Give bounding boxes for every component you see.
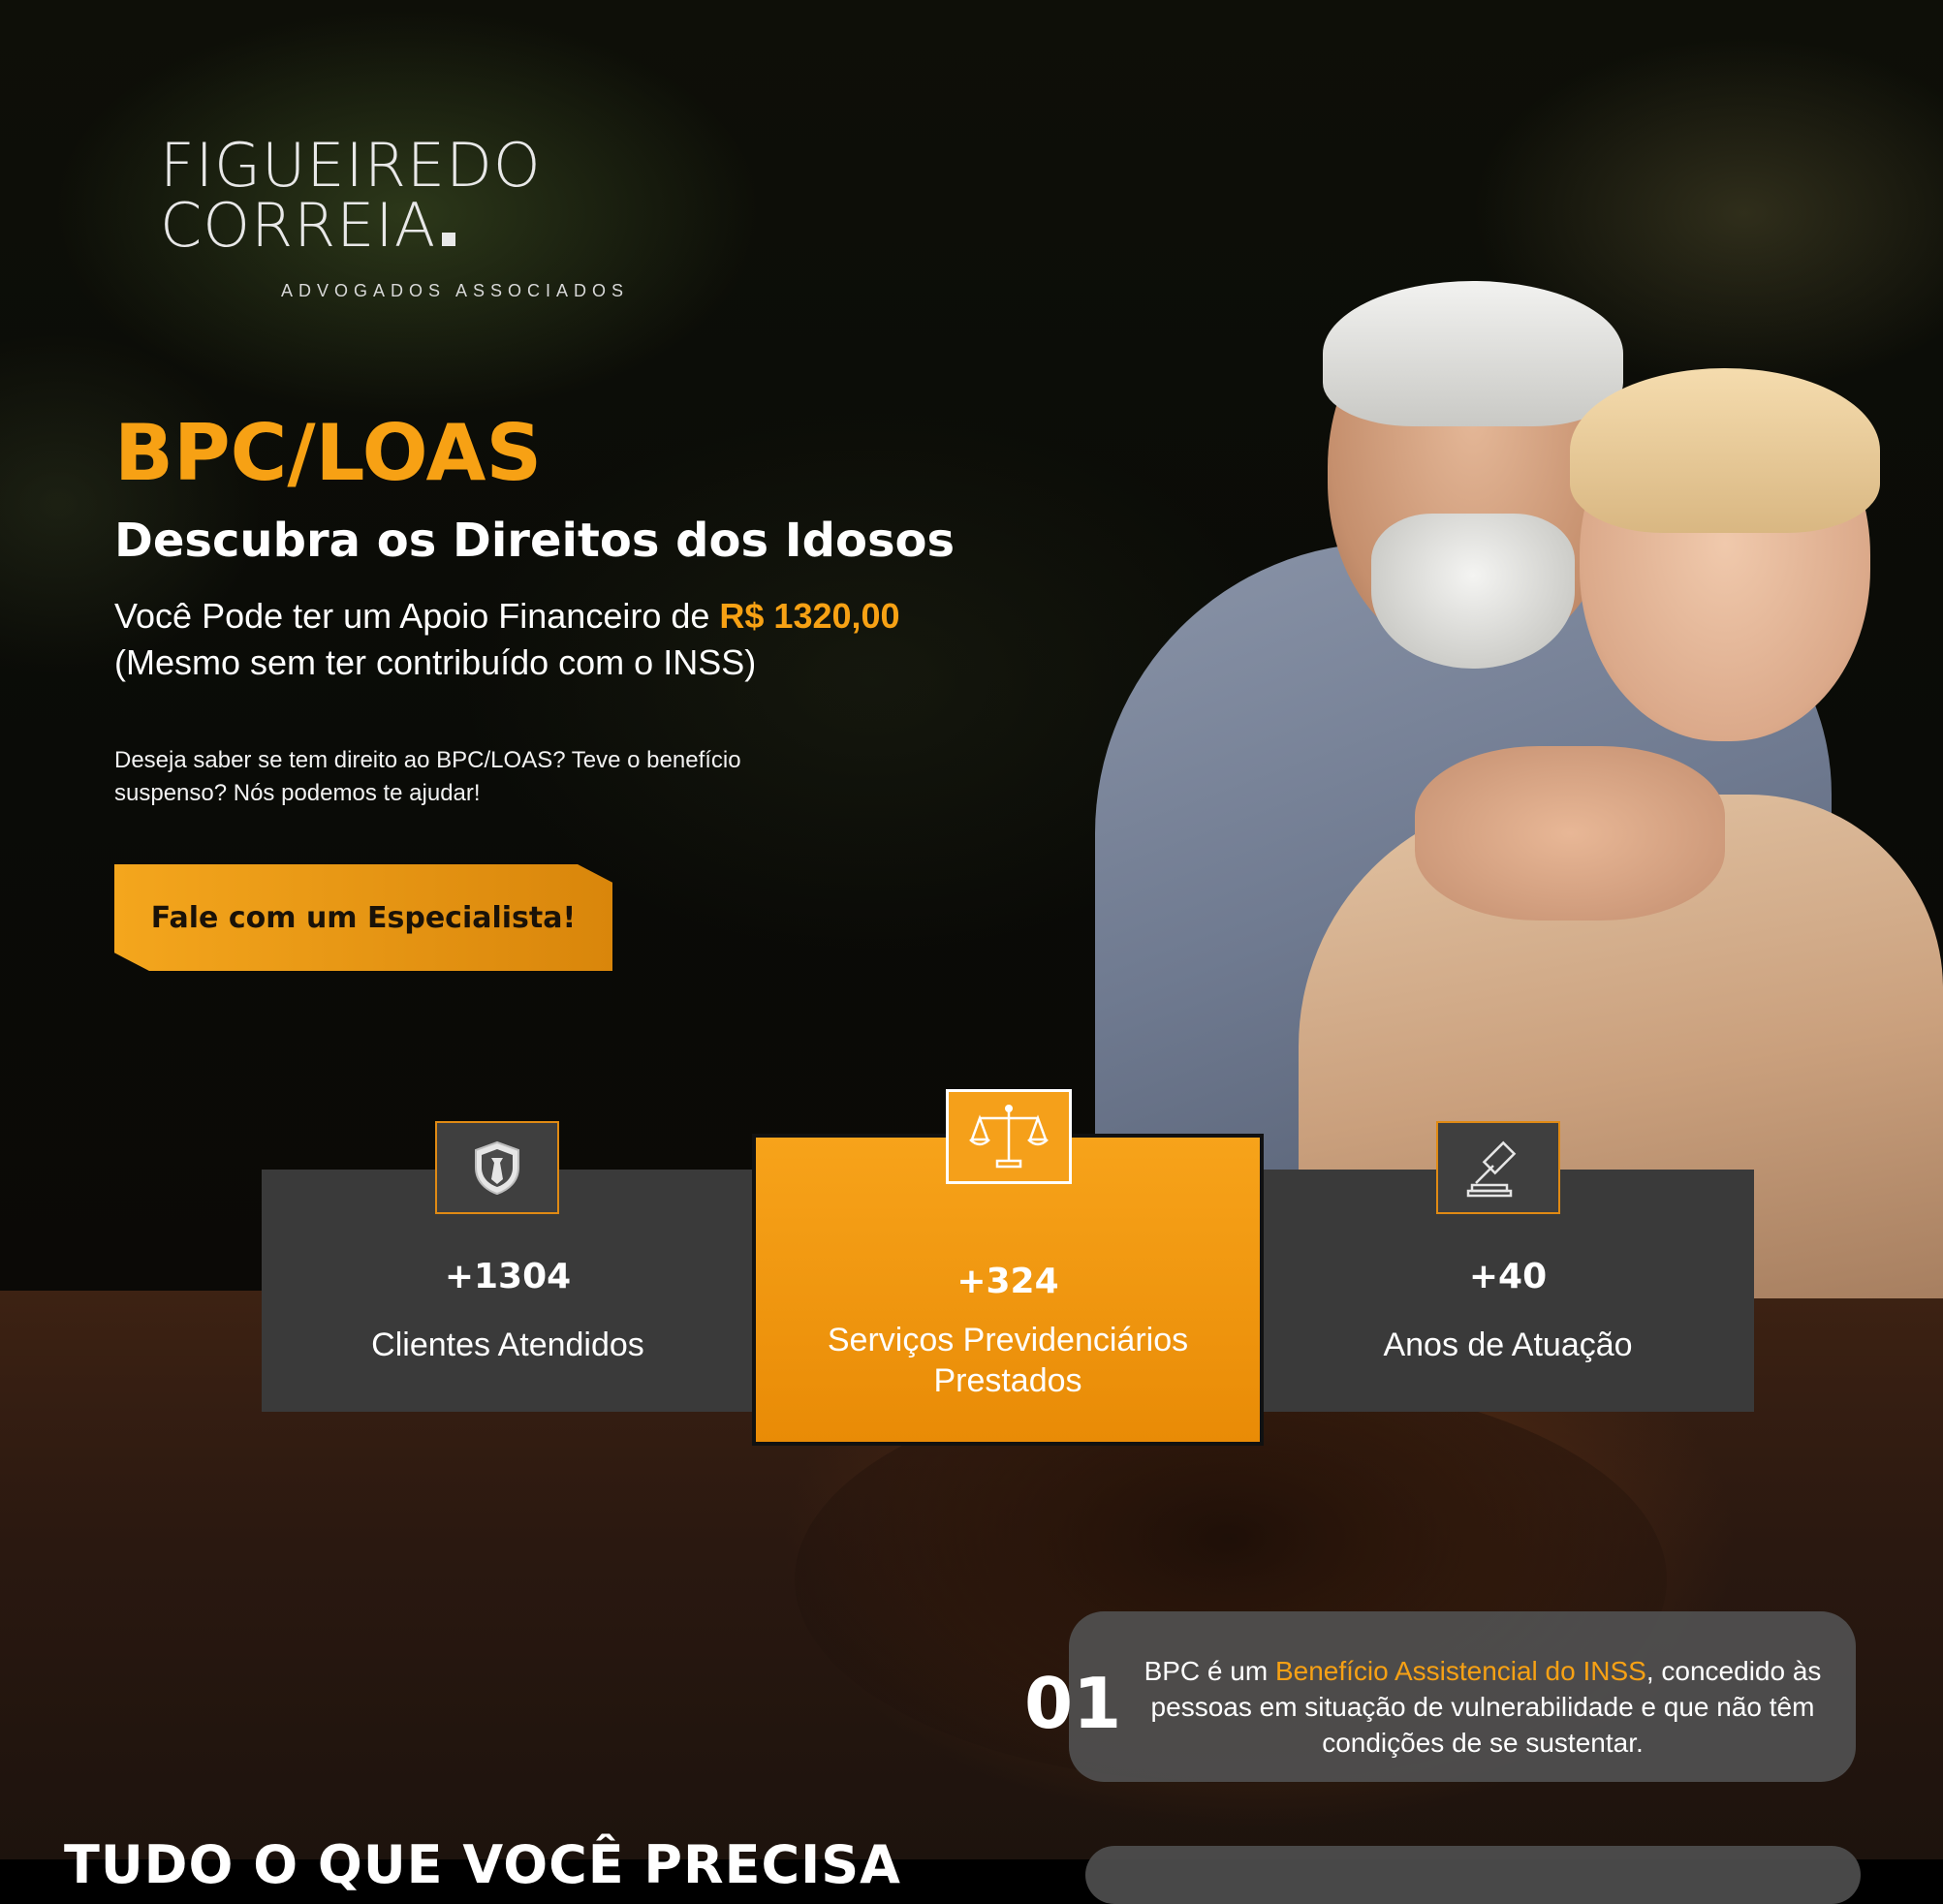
offer-note: (Mesmo sem ter contribuído com o INSS) [114, 642, 757, 682]
shield-icon [435, 1121, 559, 1214]
stat-value: +40 [1468, 1257, 1548, 1296]
offer-prefix: Você Pode ter um Apoio Financeiro de [114, 596, 720, 636]
hero-offer: Você Pode ter um Apoio Financeiro de R$ … [114, 593, 1083, 686]
hero-title: BPC/LOAS [114, 408, 543, 498]
logo-subtitle: ADVOGADOS ASSOCIADOS [281, 281, 630, 300]
info-number: 01 [1024, 1663, 1122, 1744]
info-text: BPC é um Benefício Assistencial do INSS,… [1124, 1653, 1841, 1761]
next-info-card [1085, 1846, 1861, 1904]
offer-amount: R$ 1320,00 [719, 596, 900, 636]
stat-label: Clientes Atendidos [371, 1327, 644, 1363]
logo-dot [442, 233, 456, 246]
stat-label: Anos de Atuação [1383, 1327, 1633, 1363]
gavel-icon [1436, 1121, 1560, 1214]
specialist-cta-button[interactable]: Fale com um Especialista! [114, 864, 612, 971]
stat-value: +324 [956, 1262, 1059, 1301]
hero-description: Deseja saber se tem direito ao BPC/LOAS?… [114, 747, 741, 806]
company-logo[interactable]: FIGUEIREDO CORREIA ADVOGADOS ASSOCIADOS [160, 136, 790, 301]
info-text-highlight: Benefício Assistencial do INSS [1274, 1656, 1646, 1686]
clasped-hands [1415, 746, 1725, 921]
stat-label: Serviços Previdenciários Prestados [827, 1322, 1189, 1399]
logo-name: FIGUEIREDO CORREIA [160, 130, 542, 261]
scales-icon [946, 1089, 1072, 1184]
info-text-before: BPC é um [1144, 1656, 1275, 1686]
stat-value: +1304 [444, 1257, 572, 1296]
man-hair [1323, 281, 1623, 426]
hero-subtitle: Descubra os Direitos dos Idosos [114, 514, 956, 568]
section-title: TUDO O QUE VOCÊ PRECISA [64, 1834, 901, 1895]
woman-hair [1570, 368, 1880, 533]
man-beard [1371, 514, 1575, 669]
